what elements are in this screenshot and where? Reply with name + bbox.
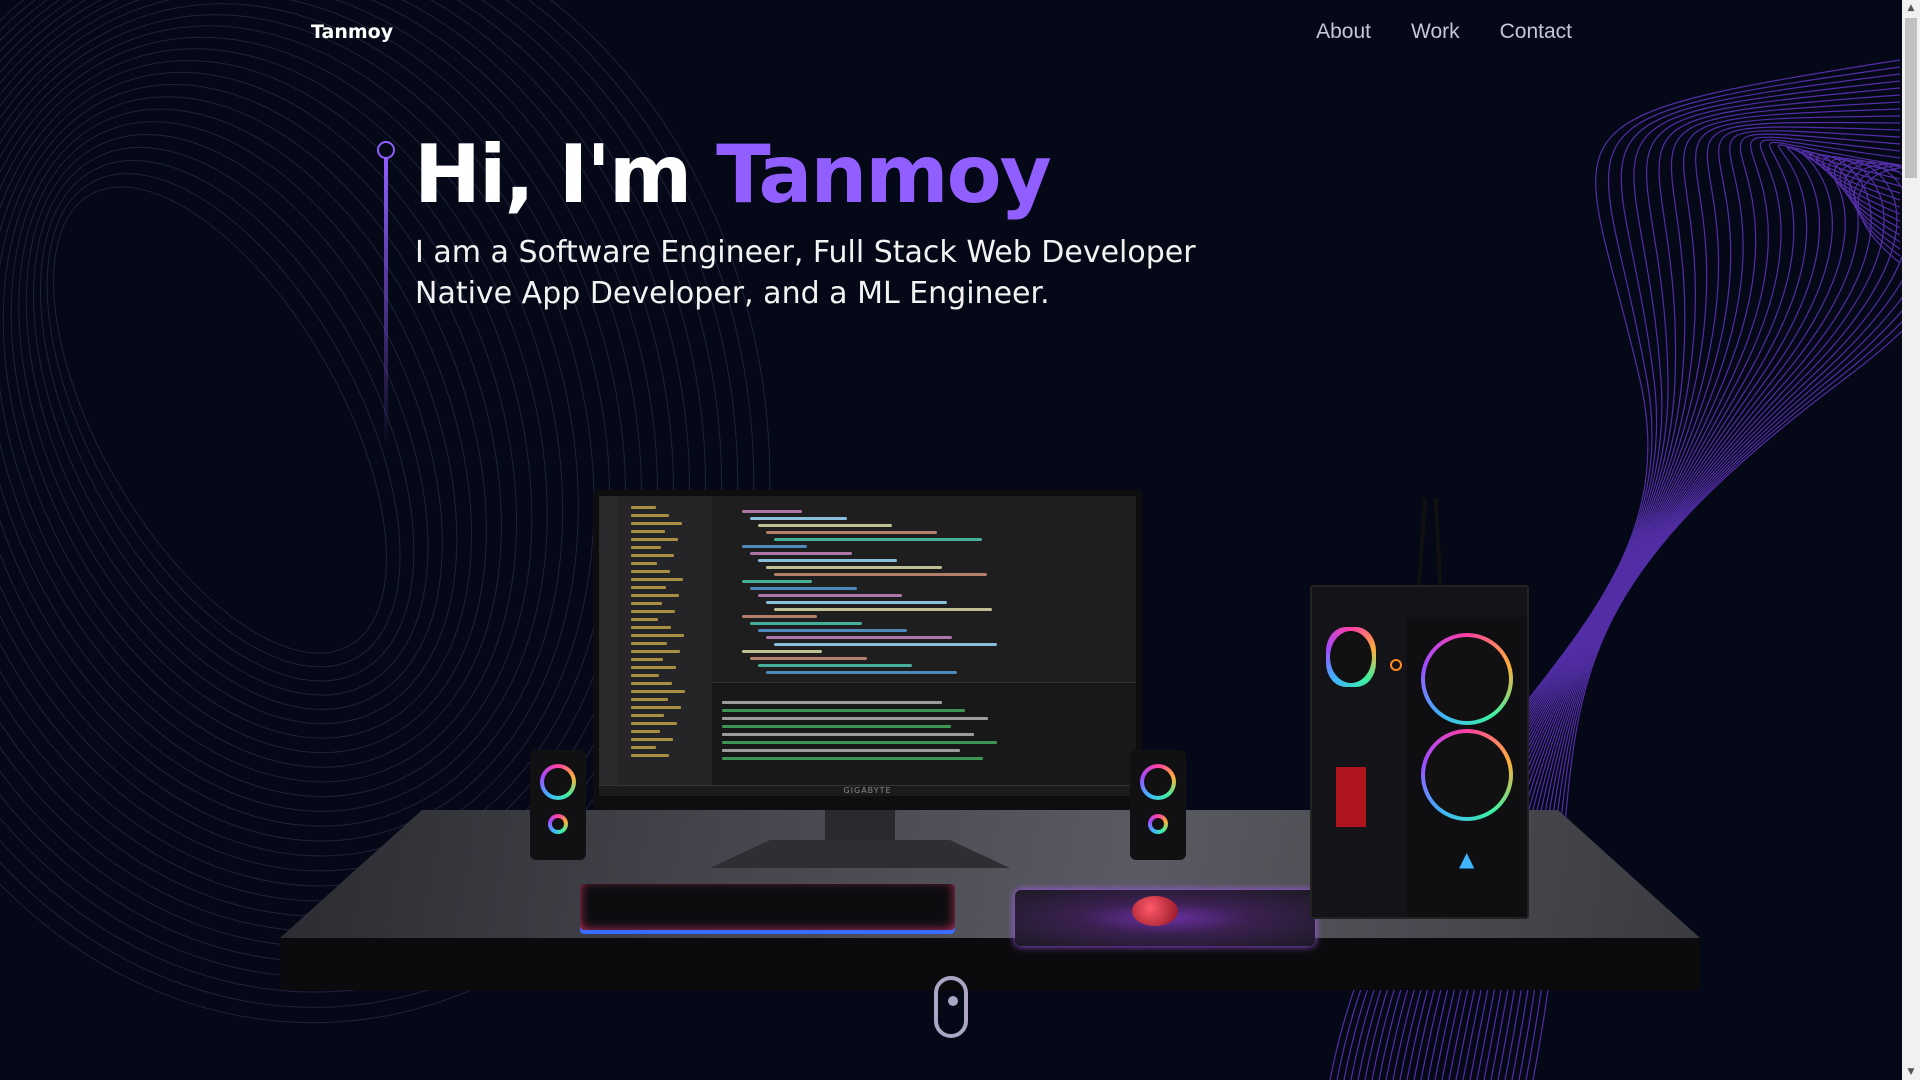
- right-speaker: [1130, 750, 1186, 860]
- logo[interactable]: Tanmoy: [311, 21, 393, 43]
- editor-explorer: [617, 496, 712, 796]
- case-fan: ◉: [1421, 633, 1513, 725]
- hero-greeting: Hi, I'm: [414, 128, 692, 221]
- speaker-light: [540, 764, 576, 800]
- accent-line: [384, 158, 388, 448]
- speaker-light: [1140, 764, 1176, 800]
- aorus-logo-icon: ▲: [1459, 847, 1475, 871]
- navbar: Tanmoy About Work Contact: [0, 0, 1900, 70]
- scroll-down-arrow-icon[interactable]: ▼: [1902, 1064, 1920, 1080]
- pc-tower: ◉ ◉ ▲: [1310, 585, 1529, 919]
- scrollbar-thumb[interactable]: [1905, 18, 1917, 178]
- keyboard: [580, 884, 955, 934]
- hero-subtitle: I am a Software Engineer, Full Stack Web…: [415, 232, 1235, 314]
- side-fan: [1326, 627, 1376, 687]
- case-fan: ◉: [1421, 729, 1513, 821]
- editor-code-area: [712, 496, 1136, 682]
- computer-3d-scene[interactable]: GIGABYTE ◉ ◉ ▲: [280, 470, 1700, 1030]
- power-button-icon: [1390, 659, 1402, 671]
- gpu-part: [1336, 767, 1366, 827]
- nav-link-about[interactable]: About: [1316, 20, 1371, 44]
- editor-terminal: [712, 682, 1136, 786]
- nav-links: About Work Contact: [1316, 20, 1572, 44]
- monitor: [593, 490, 1142, 810]
- antenna: [1416, 497, 1428, 589]
- scroll-up-arrow-icon[interactable]: ▲: [1902, 0, 1920, 16]
- speaker-light: [1148, 814, 1168, 834]
- hero-title: Hi, I'm Tanmoy: [414, 122, 1052, 228]
- antenna: [1433, 497, 1443, 589]
- scroll-down-indicator[interactable]: [934, 976, 968, 1038]
- pc-front-panel: ◉ ◉ ▲: [1407, 617, 1527, 917]
- nav-link-contact[interactable]: Contact: [1500, 20, 1572, 44]
- nav-link-work[interactable]: Work: [1411, 20, 1460, 44]
- speaker-light: [548, 814, 568, 834]
- hero-subtitle-line-2: Native App Developer, and a ML Engineer.: [415, 276, 1050, 311]
- hero-subtitle-line-1: I am a Software Engineer, Full Stack Web…: [415, 235, 1196, 270]
- left-speaker: [530, 750, 586, 860]
- page-scrollbar[interactable]: ▲ ▼: [1902, 0, 1920, 1080]
- mouse-scroll-icon: [948, 996, 958, 1006]
- hero-name: Tanmoy: [716, 128, 1052, 221]
- accent-dot: [377, 141, 395, 159]
- computer-mouse: [1132, 896, 1178, 926]
- editor-activity-bar: [599, 496, 617, 796]
